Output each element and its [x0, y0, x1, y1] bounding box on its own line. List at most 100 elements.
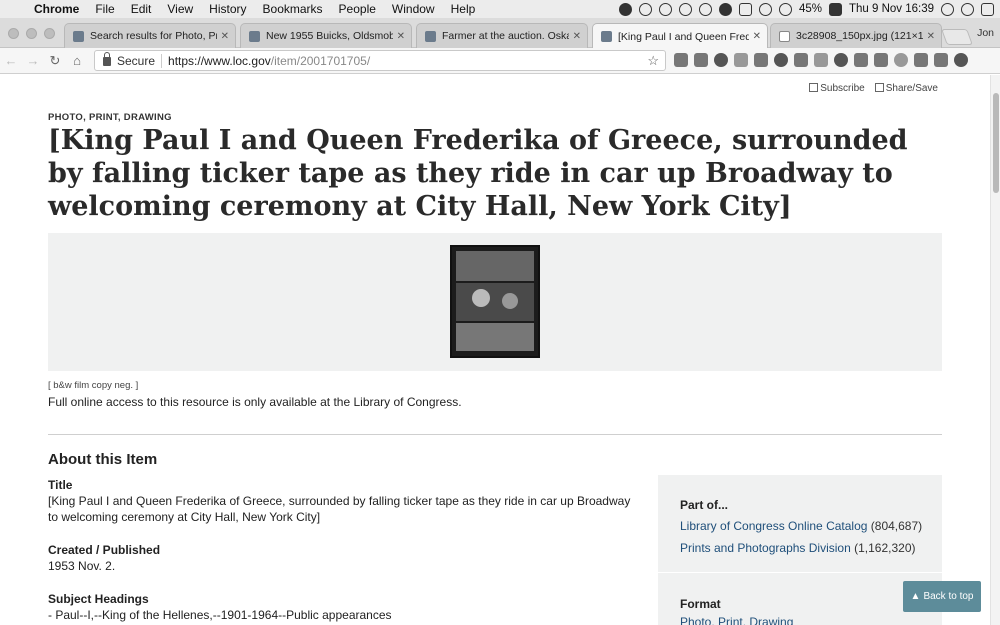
created-value: 1953 Nov. 2.: [48, 559, 116, 573]
tab-king-paul[interactable]: [King Paul I and Queen Freder ✕: [592, 23, 768, 49]
menu-file[interactable]: File: [87, 2, 122, 16]
photo-thumbnail[interactable]: [450, 245, 540, 358]
prints-photos-count: (1,162,320): [854, 541, 916, 555]
time-machine-icon[interactable]: [758, 2, 772, 16]
title-label: Title: [48, 478, 73, 492]
format-eyebrow[interactable]: PHOTO, PRINT, DRAWING: [48, 112, 172, 123]
bookmark-extension-icon[interactable]: [754, 53, 768, 67]
catalog-count: (804,687): [870, 519, 923, 533]
close-tab-icon[interactable]: ✕: [397, 31, 405, 42]
prints-photos-link[interactable]: Prints and Photographs Division (1,162,3…: [680, 541, 916, 555]
pen-extension-icon[interactable]: [834, 53, 848, 67]
close-tab-icon[interactable]: ✕: [221, 31, 229, 42]
tab-label: Farmer at the auction. Oskalo: [442, 30, 569, 42]
vue-extension-icon[interactable]: [934, 53, 948, 67]
bookmark-star-icon[interactable]: ☆: [647, 53, 659, 69]
minimize-window-icon[interactable]: [26, 28, 37, 39]
skype-icon[interactable]: [698, 2, 712, 16]
cloud-icon[interactable]: [618, 2, 632, 16]
tab-label: 3c28908_150px.jpg (121×15: [796, 30, 923, 42]
menu-bar: Chrome File Edit View History Bookmarks …: [0, 0, 1000, 18]
bluetooth-icon[interactable]: [738, 2, 752, 16]
close-tab-icon[interactable]: ✕: [753, 31, 761, 42]
cloud-extension-icon[interactable]: [774, 53, 788, 67]
catalog-link-label[interactable]: Library of Congress Online Catalog: [680, 519, 867, 533]
address-bar[interactable]: Secure https://www.loc.gov/item/20017017…: [94, 50, 666, 71]
function-extension-icon[interactable]: [914, 53, 928, 67]
close-window-icon[interactable]: [8, 28, 19, 39]
extensions-area: [674, 53, 968, 67]
close-tab-icon[interactable]: ✕: [573, 31, 581, 42]
format-heading: Format: [680, 597, 721, 611]
profile-button[interactable]: Jon: [977, 27, 994, 39]
close-tab-icon[interactable]: ✕: [927, 31, 935, 42]
evernote-icon[interactable]: [718, 2, 732, 16]
fish-extension-icon[interactable]: [874, 53, 888, 67]
share-save-label: Share/Save: [885, 83, 938, 94]
spotlight-search-icon[interactable]: [941, 2, 954, 16]
subject-value[interactable]: - Paul--I,--King of the Hellenes,--1901-…: [48, 607, 638, 623]
play-icon[interactable]: [638, 2, 652, 16]
tab-farmer[interactable]: Farmer at the auction. Oskalo ✕: [416, 23, 588, 48]
url-path[interactable]: /item/2001701705/: [271, 54, 370, 68]
pocket-icon[interactable]: [694, 53, 708, 67]
tomato-extension-icon[interactable]: [814, 53, 828, 67]
battery-icon[interactable]: [828, 2, 842, 16]
tab-label: [King Paul I and Queen Freder: [618, 30, 749, 43]
wifi-icon[interactable]: [778, 2, 792, 16]
clock[interactable]: Thu 9 Nov 16:39: [849, 3, 934, 15]
block-icon[interactable]: [678, 2, 692, 16]
sync-icon[interactable]: [658, 2, 672, 16]
page-content: Subscribe Share/Save PHOTO, PRINT, DRAWI…: [0, 75, 990, 625]
photo-detail: [456, 283, 534, 321]
page-scrollbar[interactable]: [990, 75, 1000, 625]
reload-icon[interactable]: ↻: [44, 53, 66, 69]
block-extension-icon[interactable]: [794, 53, 808, 67]
document-icon: [779, 30, 790, 42]
menu-app-name[interactable]: Chrome: [30, 2, 87, 16]
zoom-window-icon[interactable]: [44, 28, 55, 39]
scrollbar-thumb[interactable]: [993, 93, 999, 193]
sidebar-divider: [658, 572, 942, 573]
photo-detail: [472, 289, 490, 307]
access-note: Full online access to this resource is o…: [48, 395, 462, 409]
back-to-top-label: Back to top: [923, 591, 974, 602]
notification-center-icon[interactable]: [981, 2, 994, 16]
lock-icon[interactable]: [103, 52, 111, 66]
extension-icon[interactable]: [674, 53, 688, 67]
menu-edit[interactable]: Edit: [123, 2, 160, 16]
extension-icon[interactable]: [734, 53, 748, 67]
format-link[interactable]: Photo, Print, Drawing: [680, 615, 793, 625]
subject-label: Subject Headings: [48, 592, 149, 606]
clipboard-extension-icon[interactable]: [894, 53, 908, 67]
prints-photos-link-label[interactable]: Prints and Photographs Division: [680, 541, 851, 555]
evernote-extension-icon[interactable]: [714, 53, 728, 67]
home-icon[interactable]: ⌂: [66, 53, 88, 68]
back-arrow-icon[interactable]: ←: [0, 53, 22, 68]
forward-arrow-icon[interactable]: →: [22, 53, 44, 68]
photo-detail: [502, 293, 518, 309]
menu-view[interactable]: View: [159, 2, 201, 16]
catalog-link[interactable]: Library of Congress Online Catalog (804,…: [680, 519, 922, 533]
back-to-top-button[interactable]: ▲ Back to top: [903, 581, 981, 612]
secure-label[interactable]: Secure: [117, 53, 163, 68]
menu-help[interactable]: Help: [443, 2, 484, 16]
tab-jpg[interactable]: 3c28908_150px.jpg (121×15 ✕: [770, 23, 942, 48]
share-save-link[interactable]: Share/Save: [874, 83, 938, 94]
menu-people[interactable]: People: [331, 2, 384, 16]
image-caption: [ b&w film copy neg. ]: [48, 380, 139, 391]
photo-detail: [456, 323, 534, 351]
menu-bookmarks[interactable]: Bookmarks: [255, 2, 331, 16]
menu-history[interactable]: History: [201, 2, 254, 16]
menu-window[interactable]: Window: [384, 2, 443, 16]
new-tab-button[interactable]: [941, 29, 973, 45]
battery-percent[interactable]: 45%: [799, 3, 822, 15]
js-extension-icon[interactable]: [854, 53, 868, 67]
url-host[interactable]: https://www.loc.gov: [168, 54, 271, 68]
subscribe-link[interactable]: Subscribe: [809, 83, 865, 94]
tab-search-results[interactable]: Search results for Photo, Print ✕: [64, 23, 236, 48]
siri-icon[interactable]: [961, 2, 974, 16]
chrome-menu-icon[interactable]: [954, 53, 968, 67]
section-divider: [48, 434, 942, 435]
tab-buicks[interactable]: New 1955 Buicks, Oldsmobile ✕: [240, 23, 412, 48]
